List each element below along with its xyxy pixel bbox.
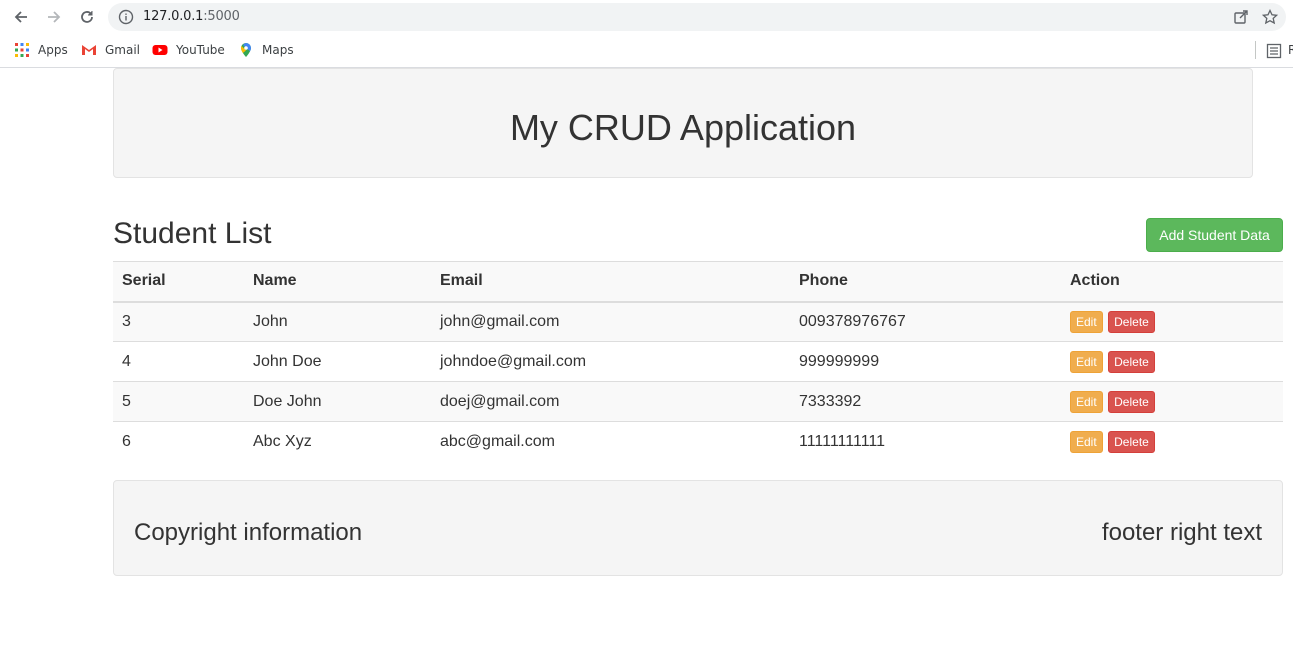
table-row: 5 Doe John doej@gmail.com 7333392 Edit D… bbox=[113, 381, 1283, 422]
info-icon[interactable] bbox=[118, 9, 134, 25]
column-header: Phone bbox=[790, 261, 1061, 303]
bookmark-star-icon[interactable] bbox=[1262, 9, 1278, 25]
gmail-icon bbox=[82, 45, 96, 55]
youtube-icon bbox=[152, 45, 168, 55]
bookmark-apps[interactable]: Apps bbox=[14, 42, 68, 58]
student-list-title: Student List bbox=[113, 217, 272, 250]
maps-pin-icon bbox=[241, 43, 251, 57]
cell-name: Doe John bbox=[244, 381, 431, 422]
browser-toolbar: 127.0.0.1:5000 bbox=[0, 0, 1293, 34]
apps-grid-icon bbox=[15, 43, 29, 57]
forward-button[interactable] bbox=[42, 5, 66, 29]
bookmark-label: Maps bbox=[262, 43, 294, 57]
header-panel: My CRUD Application bbox=[113, 68, 1253, 178]
edit-button[interactable]: Edit bbox=[1070, 430, 1103, 453]
cell-name: John bbox=[244, 301, 431, 342]
footer-copyright: Copyright information bbox=[134, 519, 363, 546]
delete-button[interactable]: Delete bbox=[1108, 350, 1155, 373]
table-row: 6 Abc Xyz abc@gmail.com 11111111111 Edit… bbox=[113, 421, 1283, 462]
add-student-button[interactable]: Add Student Data bbox=[1146, 218, 1283, 252]
table-header-row: Serial Name Email Phone Action bbox=[113, 261, 1283, 303]
app-title: My CRUD Application bbox=[509, 107, 857, 148]
column-header: Name bbox=[244, 261, 431, 303]
bookmark-gmail[interactable]: Gmail bbox=[81, 42, 140, 58]
cell-serial: 4 bbox=[113, 341, 244, 382]
cell-email: johndoe@gmail.com bbox=[431, 341, 790, 382]
column-header: Serial bbox=[113, 261, 244, 303]
bookmark-label: Gmail bbox=[105, 43, 141, 57]
edit-button[interactable]: Edit bbox=[1070, 310, 1103, 333]
cell-action: Edit Delete bbox=[1061, 381, 1283, 422]
reading-list-icon[interactable] bbox=[1266, 43, 1282, 59]
arrow-left-icon bbox=[14, 11, 27, 23]
cell-action: Edit Delete bbox=[1061, 341, 1283, 382]
cell-phone: 009378976767 bbox=[790, 301, 1061, 342]
cell-serial: 6 bbox=[113, 421, 244, 462]
bookmark-maps[interactable]: Maps bbox=[238, 42, 294, 58]
footer-right-text: footer right text bbox=[1101, 519, 1262, 546]
cell-name: John Doe bbox=[244, 341, 431, 382]
share-icon[interactable] bbox=[1233, 9, 1249, 25]
cell-email: john@gmail.com bbox=[431, 301, 790, 342]
bookmark-youtube[interactable]: YouTube bbox=[152, 42, 225, 58]
cell-serial: 5 bbox=[113, 381, 244, 422]
column-header: Action bbox=[1061, 261, 1283, 303]
bookmark-label: YouTube bbox=[176, 43, 225, 57]
url-text: 127.0.0.1:5000 bbox=[143, 9, 240, 24]
delete-button[interactable]: Delete bbox=[1108, 390, 1155, 413]
delete-button[interactable]: Delete bbox=[1108, 310, 1155, 333]
reload-button[interactable] bbox=[75, 5, 99, 29]
bookmarks-divider bbox=[1255, 41, 1256, 59]
edit-button[interactable]: Edit bbox=[1070, 390, 1103, 413]
students-table: Serial Name Email Phone Action 3 John jo… bbox=[113, 261, 1283, 462]
table-row: 3 John john@gmail.com 009378976767 Edit … bbox=[113, 301, 1283, 342]
cell-name: Abc Xyz bbox=[244, 421, 431, 462]
cell-action: Edit Delete bbox=[1061, 421, 1283, 462]
back-button[interactable] bbox=[9, 5, 33, 29]
reading-list-label[interactable]: R bbox=[1288, 43, 1293, 57]
delete-button[interactable]: Delete bbox=[1108, 430, 1155, 453]
reload-icon bbox=[81, 11, 93, 23]
cell-phone: 7333392 bbox=[790, 381, 1061, 422]
bookmarks-bar: Apps Gmail YouTube Maps R bbox=[0, 34, 1293, 68]
edit-button[interactable]: Edit bbox=[1070, 350, 1103, 373]
cell-email: abc@gmail.com bbox=[431, 421, 790, 462]
cell-email: doej@gmail.com bbox=[431, 381, 790, 422]
cell-action: Edit Delete bbox=[1061, 301, 1283, 342]
cell-phone: 999999999 bbox=[790, 341, 1061, 382]
cell-serial: 3 bbox=[113, 301, 244, 342]
footer-panel: Copyright information footer right text bbox=[113, 480, 1283, 576]
table-row: 4 John Doe johndoe@gmail.com 999999999 E… bbox=[113, 341, 1283, 382]
column-header: Email bbox=[431, 261, 790, 303]
bookmark-label: Apps bbox=[38, 43, 68, 57]
cell-phone: 11111111111 bbox=[790, 421, 1061, 462]
address-bar[interactable]: 127.0.0.1:5000 bbox=[108, 3, 1286, 31]
arrow-right-icon bbox=[48, 11, 61, 23]
